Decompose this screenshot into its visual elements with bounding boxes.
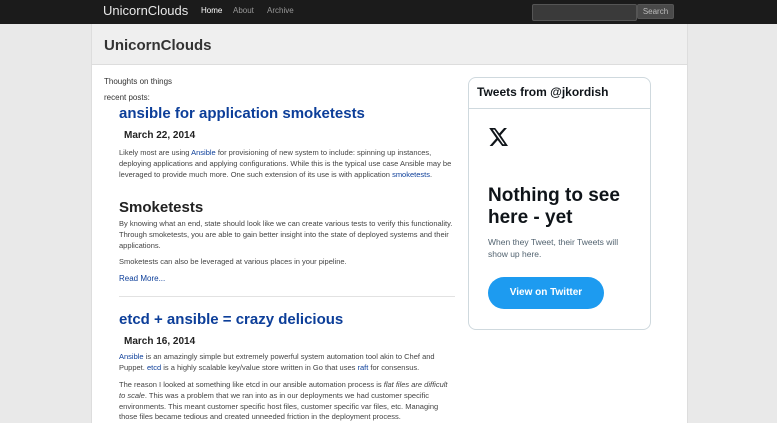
ansible-link[interactable]: Ansible bbox=[119, 352, 144, 361]
empty-state-subtitle: When they Tweet, their Tweets will show … bbox=[488, 237, 619, 259]
etcd-link[interactable]: etcd bbox=[147, 363, 161, 372]
nav-about-link[interactable]: About bbox=[233, 6, 254, 15]
post-paragraph: Ansible is an amazingly simple but extre… bbox=[119, 352, 435, 372]
post-paragraph: By knowing what an end, state should loo… bbox=[119, 219, 453, 250]
twitter-widget-title[interactable]: Tweets from @jkordish bbox=[477, 85, 609, 99]
post-date: March 22, 2014 bbox=[124, 130, 196, 141]
post-paragraph: Likely most are using Ansible for provis… bbox=[119, 148, 452, 179]
post-divider bbox=[119, 296, 455, 297]
site-title: UnicornClouds bbox=[104, 37, 212, 54]
top-navbar: UnicornClouds Home About Archive Search bbox=[0, 0, 777, 24]
search-button[interactable]: Search bbox=[637, 4, 674, 19]
post-title-link[interactable]: ansible for application smoketests bbox=[119, 105, 365, 122]
nav-home-link[interactable]: Home bbox=[201, 6, 222, 15]
read-more-link[interactable]: Read More... bbox=[119, 274, 165, 283]
post-paragraph: The reason I looked at something like et… bbox=[119, 380, 448, 422]
main-container: UnicornClouds Thoughts on things recent … bbox=[91, 24, 688, 423]
post-date: March 16, 2014 bbox=[124, 336, 196, 347]
raft-link[interactable]: raft bbox=[358, 363, 369, 372]
recent-posts-label: recent posts: bbox=[104, 93, 150, 102]
tagline: Thoughts on things bbox=[104, 77, 173, 86]
brand-link[interactable]: UnicornClouds bbox=[103, 3, 188, 18]
empty-state-title: Nothing to see here - yet bbox=[488, 185, 620, 228]
hero-banner: UnicornClouds bbox=[92, 24, 687, 65]
smoketests-link[interactable]: smoketests bbox=[392, 170, 430, 179]
twitter-widget-header: Tweets from @jkordish bbox=[469, 78, 650, 109]
twitter-timeline-widget: Tweets from @jkordish Nothing to see her… bbox=[468, 77, 651, 330]
post-title-link[interactable]: etcd + ansible = crazy delicious bbox=[119, 311, 343, 328]
view-on-twitter-button[interactable]: View on Twitter bbox=[488, 277, 604, 309]
nav-archive-link[interactable]: Archive bbox=[267, 6, 294, 15]
x-logo-icon[interactable] bbox=[489, 128, 509, 151]
post-subheading: Smoketests bbox=[119, 199, 204, 216]
ansible-link[interactable]: Ansible bbox=[191, 148, 216, 157]
search-input[interactable] bbox=[532, 4, 637, 21]
post-paragraph: Smoketests can also be leveraged at vari… bbox=[119, 257, 347, 266]
